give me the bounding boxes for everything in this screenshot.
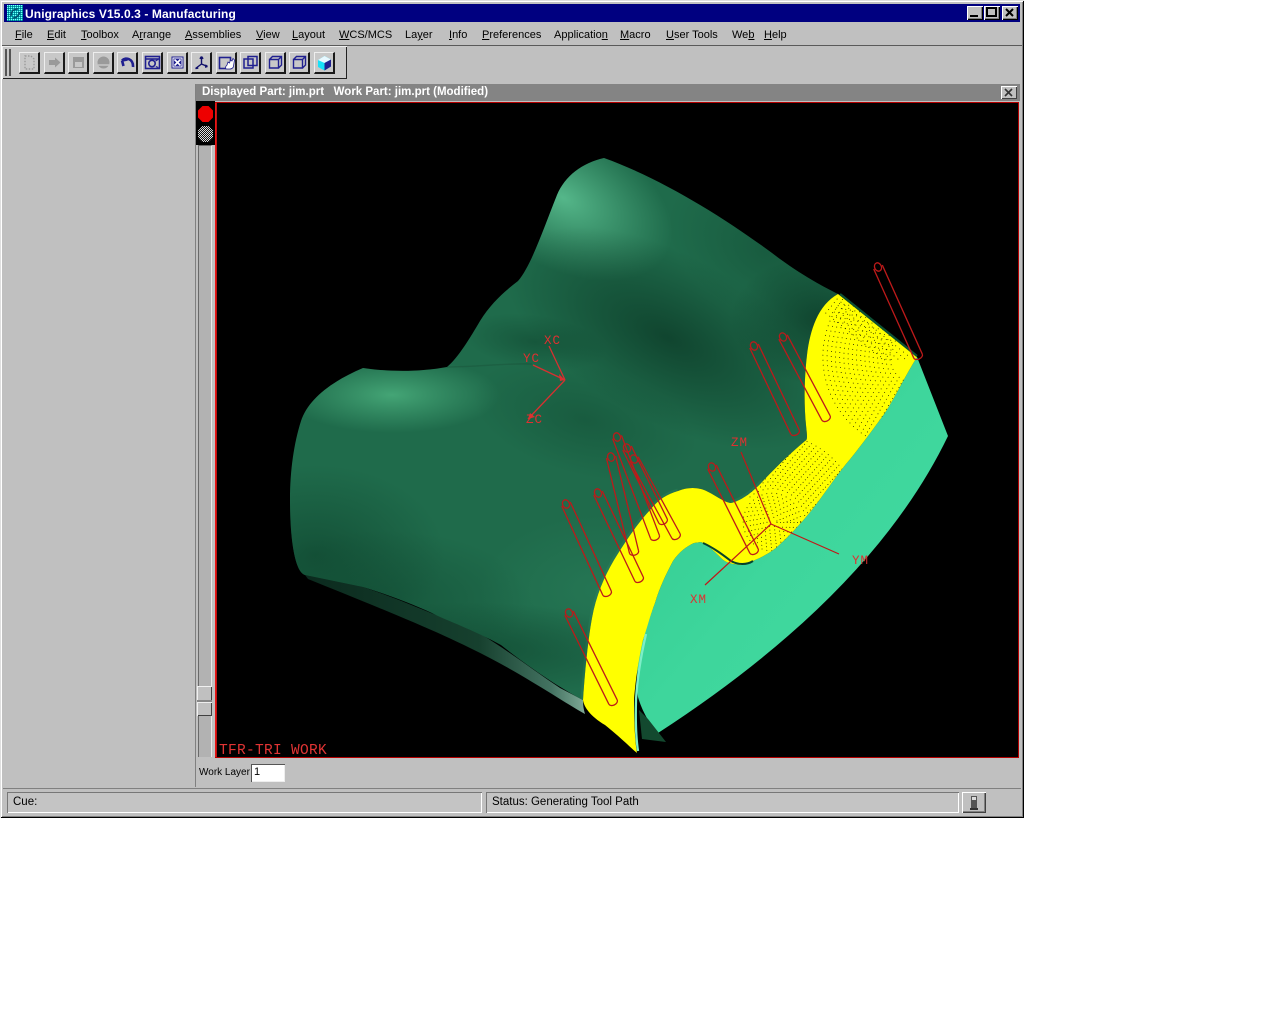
- svg-text:TFR-TRI WORK: TFR-TRI WORK: [219, 743, 327, 758]
- svg-text:ZC: ZC: [526, 413, 543, 427]
- svg-text:YC: YC: [523, 352, 540, 366]
- svg-text:ZM: ZM: [731, 436, 748, 450]
- svg-text:XM: XM: [690, 593, 707, 607]
- svg-text:XC: XC: [544, 334, 561, 348]
- svg-text:YM: YM: [852, 554, 869, 568]
